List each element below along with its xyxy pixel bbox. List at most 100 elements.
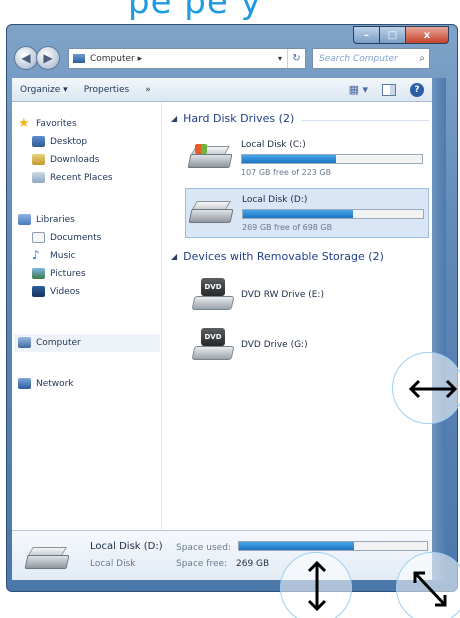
sidebar-item-recent-places[interactable]: Recent Places: [32, 172, 113, 183]
space-used-label: Space used:: [176, 543, 231, 553]
address-path[interactable]: Computer ▸: [90, 54, 273, 64]
address-dropdown-icon[interactable]: ▾: [273, 54, 287, 63]
navigation-bar: ◀ ▶ Computer ▸ ▾ ↻ Search Computer ⌕: [12, 46, 448, 72]
pictures-icon: [32, 268, 45, 279]
group-header-removable-storage[interactable]: ◢ Devices with Removable Storage (2): [171, 250, 384, 263]
change-view-icon[interactable]: ▦ ▾: [349, 83, 368, 96]
dvd-badge: DVD: [201, 278, 225, 296]
sidebar-item-label: Downloads: [50, 154, 100, 165]
drive-usage-bar: [242, 209, 424, 219]
search-placeholder: Search Computer: [319, 53, 398, 64]
drive-free-space: 107 GB free of 223 GB: [241, 168, 332, 177]
sidebar-item-pictures[interactable]: Pictures: [32, 268, 86, 279]
sidebar-item-label: Libraries: [36, 214, 75, 225]
details-pane: Local Disk (D:) Local Disk Space used: S…: [12, 530, 432, 580]
back-button[interactable]: ◀: [14, 46, 38, 70]
sidebar-item-label: Videos: [50, 286, 80, 297]
content-pane: ◢ Hard Disk Drives (2) Local Disk (C:) 1…: [163, 102, 432, 530]
sidebar-item-label: Music: [50, 250, 76, 261]
star-icon: ★: [18, 116, 30, 131]
hard-drive-icon: [188, 201, 234, 225]
command-bar: Organize ▾ Properties » ▦ ▾ ?: [12, 78, 432, 102]
caption-buttons: – □ x: [353, 26, 449, 46]
organize-button[interactable]: Organize ▾: [12, 85, 76, 95]
drive-free-space: 269 GB free of 698 GB: [242, 223, 333, 232]
horizontal-resize-cursor-icon: [392, 352, 460, 424]
sidebar-item-label: Network: [36, 378, 74, 389]
space-free-value: 269 GB: [236, 559, 270, 569]
drive-item-d[interactable]: Local Disk (D:) 269 GB free of 698 GB: [185, 188, 429, 238]
computer-icon: [73, 54, 85, 63]
sidebar-item-desktop[interactable]: Desktop: [32, 136, 87, 147]
preview-pane-icon[interactable]: [382, 83, 396, 96]
group-divider: [301, 120, 429, 121]
downloads-icon: [32, 154, 45, 165]
videos-icon: [32, 286, 45, 297]
back-arrow-icon: ◀: [21, 51, 31, 65]
hard-drive-icon: [187, 144, 233, 170]
partial-heading-text: pe pe y: [128, 0, 262, 22]
sidebar-item-label: Pictures: [50, 268, 86, 279]
drive-usage-fill: [243, 210, 353, 218]
drive-item-c[interactable]: Local Disk (C:) 107 GB free of 223 GB: [185, 134, 429, 184]
collapse-bullet-icon[interactable]: ◢: [171, 252, 177, 261]
details-usage-bar: [238, 541, 428, 551]
sidebar-item-label: Computer: [36, 337, 81, 348]
collapse-bullet-icon[interactable]: ◢: [171, 114, 177, 123]
group-header-label: Hard Disk Drives (2): [183, 112, 295, 125]
sidebar-item-libraries[interactable]: Libraries: [18, 214, 75, 225]
forward-button[interactable]: ▶: [36, 46, 60, 70]
computer-icon: [18, 337, 31, 348]
hard-drive-icon: [24, 547, 70, 571]
maximize-button[interactable]: □: [379, 26, 405, 44]
drive-name: DVD Drive (G:): [241, 340, 308, 350]
drive-item-e[interactable]: DVD DVD RW Drive (E:): [185, 274, 429, 318]
sidebar-item-network[interactable]: Network: [18, 378, 74, 389]
drive-name: DVD RW Drive (E:): [241, 290, 324, 300]
close-button[interactable]: x: [405, 26, 449, 44]
network-icon: [18, 378, 31, 389]
toolbar-right: ▦ ▾ ?: [349, 82, 432, 97]
dvd-badge: DVD: [201, 328, 225, 346]
drive-name: Local Disk (D:): [242, 195, 308, 205]
search-icon[interactable]: ⌕: [419, 53, 425, 64]
sidebar-item-videos[interactable]: Videos: [32, 286, 80, 297]
sidebar-item-downloads[interactable]: Downloads: [32, 154, 99, 165]
drive-usage-bar: [241, 154, 423, 164]
details-drive-type: Local Disk: [90, 559, 136, 569]
group-header-label: Devices with Removable Storage (2): [183, 250, 384, 263]
dvd-drive-icon-base: [191, 346, 235, 360]
desktop-icon: [32, 136, 45, 147]
hard-drive-icon-body: [187, 154, 233, 168]
refresh-icon[interactable]: ↻: [287, 49, 305, 68]
documents-icon: [32, 232, 45, 243]
hard-drive-icon-body: [188, 209, 234, 223]
vertical-resize-cursor-icon: [280, 552, 352, 618]
recent-places-icon: [32, 172, 45, 183]
screen: { "window": { "caption_min": "–", "capti…: [0, 0, 460, 618]
hard-drive-icon-body: [24, 555, 70, 569]
properties-button[interactable]: Properties: [76, 85, 137, 95]
navigation-pane: ★ Favorites Desktop Downloads Recent Pla…: [12, 102, 162, 530]
sidebar-item-music[interactable]: ♪ Music: [32, 248, 76, 262]
dvd-drive-icon: DVD: [191, 278, 235, 314]
diagonal-resize-cursor-icon: [396, 552, 460, 618]
address-bar[interactable]: Computer ▸ ▾ ↻: [68, 48, 306, 69]
group-header-hard-disk-drives[interactable]: ◢ Hard Disk Drives (2): [171, 112, 294, 125]
details-drive-name: Local Disk (D:): [90, 541, 163, 552]
search-input[interactable]: Search Computer ⌕: [312, 48, 430, 69]
sidebar-item-computer[interactable]: Computer: [18, 337, 81, 348]
sidebar-item-documents[interactable]: Documents: [32, 232, 101, 243]
window-right-border: [432, 78, 446, 580]
sidebar-item-favorites[interactable]: ★ Favorites: [18, 116, 77, 131]
dvd-drive-icon-base: [191, 296, 235, 310]
music-icon: ♪: [32, 248, 40, 262]
dvd-drive-icon: DVD: [191, 328, 235, 364]
more-commands-button[interactable]: »: [137, 85, 159, 95]
help-icon[interactable]: ?: [410, 82, 424, 97]
minimize-button[interactable]: –: [353, 26, 379, 44]
details-usage-fill: [239, 542, 354, 550]
windows-logo-icon: [195, 144, 207, 154]
sidebar-item-label: Desktop: [50, 136, 88, 147]
sidebar-item-label: Recent Places: [50, 172, 113, 183]
